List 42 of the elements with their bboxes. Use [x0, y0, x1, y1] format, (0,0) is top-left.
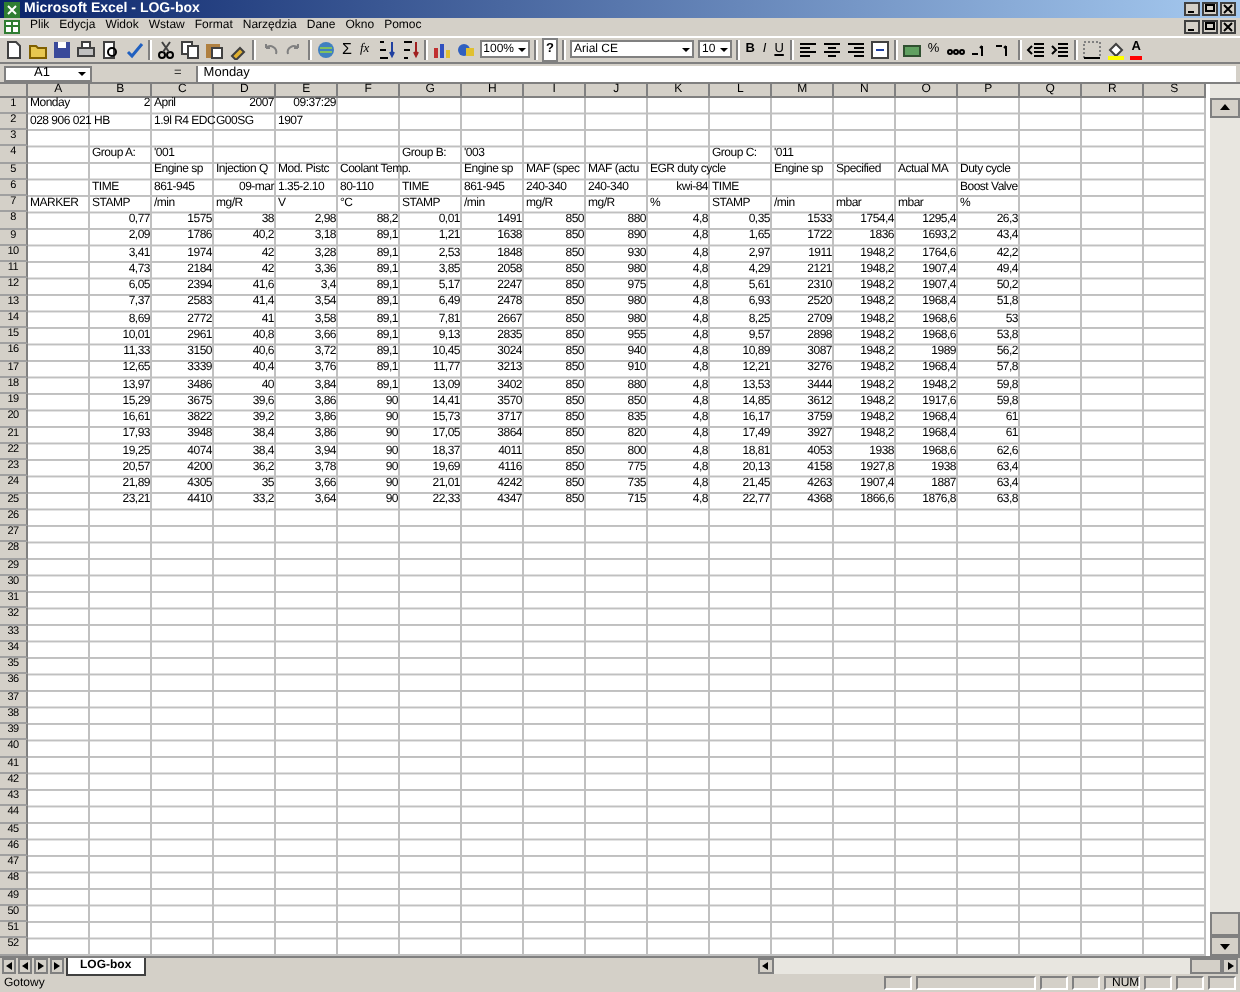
autosum-button[interactable]: Σ [340, 39, 354, 60]
copy-icon[interactable] [180, 39, 200, 60]
spelling-check-icon[interactable] [124, 39, 144, 60]
align-left-icon[interactable] [797, 39, 818, 60]
scroll-thumb[interactable] [1210, 911, 1240, 936]
minimize-button[interactable] [1184, 2, 1200, 17]
minimize-button[interactable] [1184, 19, 1200, 34]
merge-center-icon[interactable] [869, 39, 890, 60]
redo-icon[interactable] [284, 39, 304, 60]
fill-color-icon[interactable] [1105, 39, 1126, 60]
scroll-thumb[interactable] [1190, 958, 1222, 975]
borders-icon[interactable] [1081, 39, 1102, 60]
sort-ascending-icon[interactable] [375, 39, 396, 60]
previous-sheet-button[interactable] [18, 958, 32, 975]
horizontal-scrollbar[interactable] [758, 958, 1238, 975]
next-sheet-button[interactable] [34, 958, 48, 975]
new-document-icon[interactable] [4, 39, 24, 60]
paste-icon[interactable] [204, 39, 224, 60]
print-preview-icon[interactable] [100, 39, 120, 60]
scroll-down-button[interactable] [1210, 935, 1240, 956]
scroll-up-button[interactable] [1210, 97, 1240, 118]
sheet-icon[interactable] [4, 19, 20, 34]
align-right-icon[interactable] [845, 39, 866, 60]
align-center-icon[interactable] [821, 39, 842, 60]
drawing-icon[interactable] [455, 39, 476, 60]
scissors-icon[interactable] [156, 39, 176, 60]
increase-indent-icon[interactable] [1049, 39, 1070, 60]
excel-icon [4, 1, 20, 18]
scroll-right-button[interactable] [1222, 958, 1238, 975]
decrease-indent-icon[interactable] [1025, 39, 1046, 60]
first-sheet-button[interactable] [2, 958, 16, 975]
vertical-scrollbar[interactable] [1210, 83, 1240, 956]
scroll-left-button[interactable] [758, 958, 774, 975]
close-button[interactable] [1220, 19, 1236, 34]
sort-descending-icon[interactable] [399, 39, 420, 60]
last-sheet-button[interactable] [50, 958, 64, 975]
folder-icon[interactable] [28, 39, 48, 60]
close-button[interactable] [1220, 2, 1236, 17]
undo-icon[interactable] [260, 39, 280, 60]
printer-icon[interactable] [76, 39, 96, 60]
bar-chart-icon[interactable] [431, 39, 452, 60]
currency-icon[interactable] [901, 39, 922, 60]
